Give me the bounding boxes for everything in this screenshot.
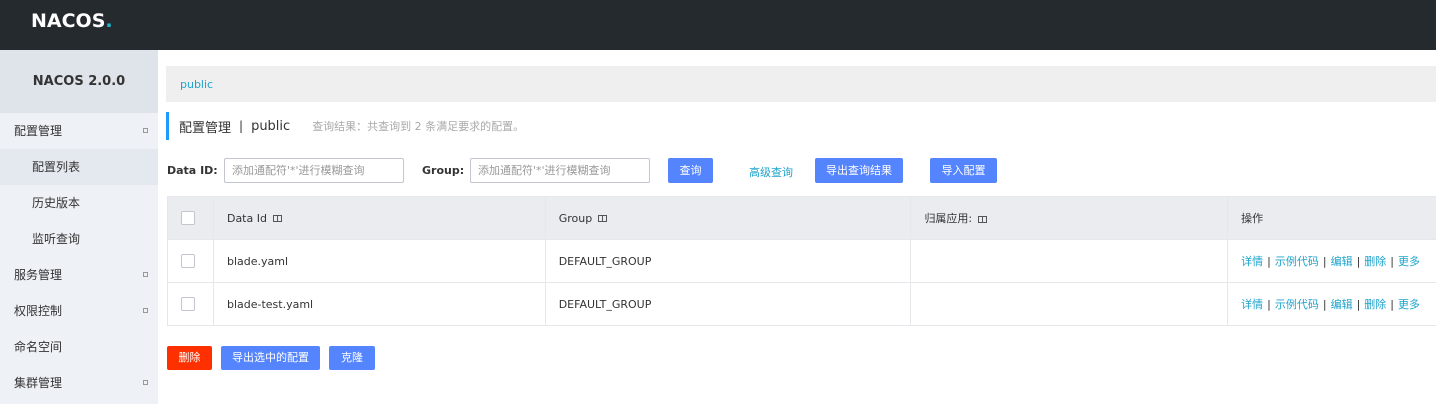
data-id-cell: blade.yaml: [212, 239, 546, 283]
col-app: 归属应用:: [910, 196, 1229, 240]
actions-cell: 详情 | 示例代码 | 编辑 | 删除 | 更多: [1227, 239, 1436, 283]
query-result-text: 查询结果：共查询到 2 条满足要求的配置。: [312, 120, 525, 133]
actions-cell: 详情 | 示例代码 | 编辑 | 删除 | 更多: [1227, 282, 1436, 326]
export-selected-button[interactable]: 导出选中的配置: [221, 346, 320, 370]
delete-link[interactable]: 删除: [1364, 298, 1386, 311]
nav-label: 权限控制: [14, 304, 63, 318]
column-label: 归属应用:: [924, 212, 973, 225]
select-all-checkbox[interactable]: [181, 211, 195, 225]
expand-icon: [143, 380, 148, 385]
namespace-public-link[interactable]: public: [180, 78, 213, 91]
nav-label: 配置管理: [14, 124, 63, 138]
nav-label: 服务管理: [14, 268, 63, 282]
table-row: blade-test.yaml DEFAULT_GROUP 详情 | 示例代码 | 编辑…: [167, 282, 1436, 326]
row-select-cell: [167, 239, 214, 283]
title-separator: |: [239, 119, 244, 133]
column-filter-icon[interactable]: [598, 215, 608, 222]
nav-cluster-management[interactable]: 集群管理: [0, 365, 158, 401]
config-table: Data Id Group 归属应用: 操作 blade.yaml DEFAUL…: [167, 196, 1436, 326]
detail-link[interactable]: 详情: [1241, 298, 1263, 311]
edit-link[interactable]: 编辑: [1331, 298, 1353, 311]
op-separator: |: [1356, 298, 1361, 311]
nacos-logo[interactable]: NACOS.: [31, 10, 113, 32]
group-input[interactable]: 添加通配符'*'进行模糊查询: [470, 158, 650, 183]
op-separator: |: [1322, 255, 1327, 268]
op-separator: |: [1322, 298, 1327, 311]
export-query-result-button[interactable]: 导出查询结果: [815, 158, 903, 183]
nav-label: 集群管理: [14, 376, 63, 390]
nav-label: 配置列表: [32, 160, 81, 174]
sample-code-link[interactable]: 示例代码: [1275, 298, 1319, 311]
expand-icon: [143, 308, 148, 313]
app-cell: [910, 239, 1229, 283]
row-checkbox[interactable]: [181, 254, 195, 268]
top-bar: NACOS.: [0, 0, 1436, 50]
import-config-button[interactable]: 导入配置: [930, 158, 997, 183]
logo-text: NACOS: [31, 10, 106, 32]
collapse-icon: [143, 128, 148, 133]
op-separator: |: [1356, 255, 1361, 268]
more-link[interactable]: 更多: [1398, 298, 1420, 311]
nav-access-control[interactable]: 权限控制: [0, 293, 158, 329]
page-title: 配置管理 | public 查询结果：共查询到 2 条满足要求的配置。: [166, 112, 524, 140]
sidebar: NACOS 2.0.0 配置管理 配置列表 历史版本 监听查询 服务管理 权限控…: [0, 50, 158, 404]
nav-service-management[interactable]: 服务管理: [0, 257, 158, 293]
col-data-id: Data Id: [212, 196, 546, 240]
delete-link[interactable]: 删除: [1364, 255, 1386, 268]
page-title-text: 配置管理: [179, 120, 232, 136]
expand-icon: [143, 272, 148, 277]
app-cell: [910, 282, 1229, 326]
col-actions: 操作: [1227, 196, 1436, 240]
edit-link[interactable]: 编辑: [1331, 255, 1353, 268]
logo-dot: .: [105, 10, 113, 32]
op-separator: |: [1267, 298, 1271, 311]
detail-link[interactable]: 详情: [1241, 255, 1263, 268]
group-cell: DEFAULT_GROUP: [544, 239, 912, 283]
namespace-bar: public: [166, 66, 1436, 102]
col-group: Group: [544, 196, 912, 240]
version-label: NACOS 2.0.0: [0, 50, 158, 113]
row-checkbox[interactable]: [181, 297, 195, 311]
advanced-query-link[interactable]: 高级查询: [749, 164, 793, 180]
query-button[interactable]: 查询: [668, 158, 713, 183]
data-id-cell: blade-test.yaml: [212, 282, 546, 326]
nav-label: 监听查询: [32, 232, 81, 246]
column-label: 操作: [1241, 212, 1264, 225]
select-all-cell: [167, 196, 214, 240]
delete-button[interactable]: 删除: [167, 346, 212, 370]
op-separator: |: [1267, 255, 1271, 268]
more-link[interactable]: 更多: [1398, 255, 1420, 268]
nav-label: 历史版本: [32, 196, 81, 210]
group-cell: DEFAULT_GROUP: [544, 282, 912, 326]
data-id-input[interactable]: 添加通配符'*'进行模糊查询: [224, 158, 404, 183]
nav-namespace[interactable]: 命名空间: [0, 329, 158, 365]
sample-code-link[interactable]: 示例代码: [1275, 255, 1319, 268]
table-header: Data Id Group 归属应用: 操作: [167, 196, 1436, 240]
table-row: blade.yaml DEFAULT_GROUP 详情 | 示例代码 | 编辑 | 删除 | 更…: [167, 239, 1436, 283]
column-label: Data Id: [226, 211, 267, 225]
main-content: public 配置管理 | public 查询结果：共查询到 2 条满足要求的配…: [166, 50, 1436, 404]
search-bar: Data ID: 添加通配符'*'进行模糊查询 Group: 添加通配符'*'进…: [166, 158, 1436, 184]
op-separator: |: [1390, 298, 1395, 311]
nav-config-list[interactable]: 配置列表: [0, 149, 158, 185]
nav-history-version[interactable]: 历史版本: [0, 185, 158, 221]
nav-listener-query[interactable]: 监听查询: [0, 221, 158, 257]
column-filter-icon[interactable]: [272, 215, 282, 222]
nav-label: 命名空间: [14, 340, 63, 354]
data-id-label: Data ID:: [167, 164, 218, 177]
column-filter-icon[interactable]: [978, 215, 988, 223]
op-separator: |: [1390, 255, 1395, 268]
column-label: Group: [558, 211, 593, 225]
row-select-cell: [167, 282, 214, 326]
group-label: Group:: [422, 164, 465, 177]
nav-config-management[interactable]: 配置管理: [0, 113, 158, 149]
clone-button[interactable]: 克隆: [329, 346, 375, 370]
page-title-namespace: public: [251, 118, 291, 134]
